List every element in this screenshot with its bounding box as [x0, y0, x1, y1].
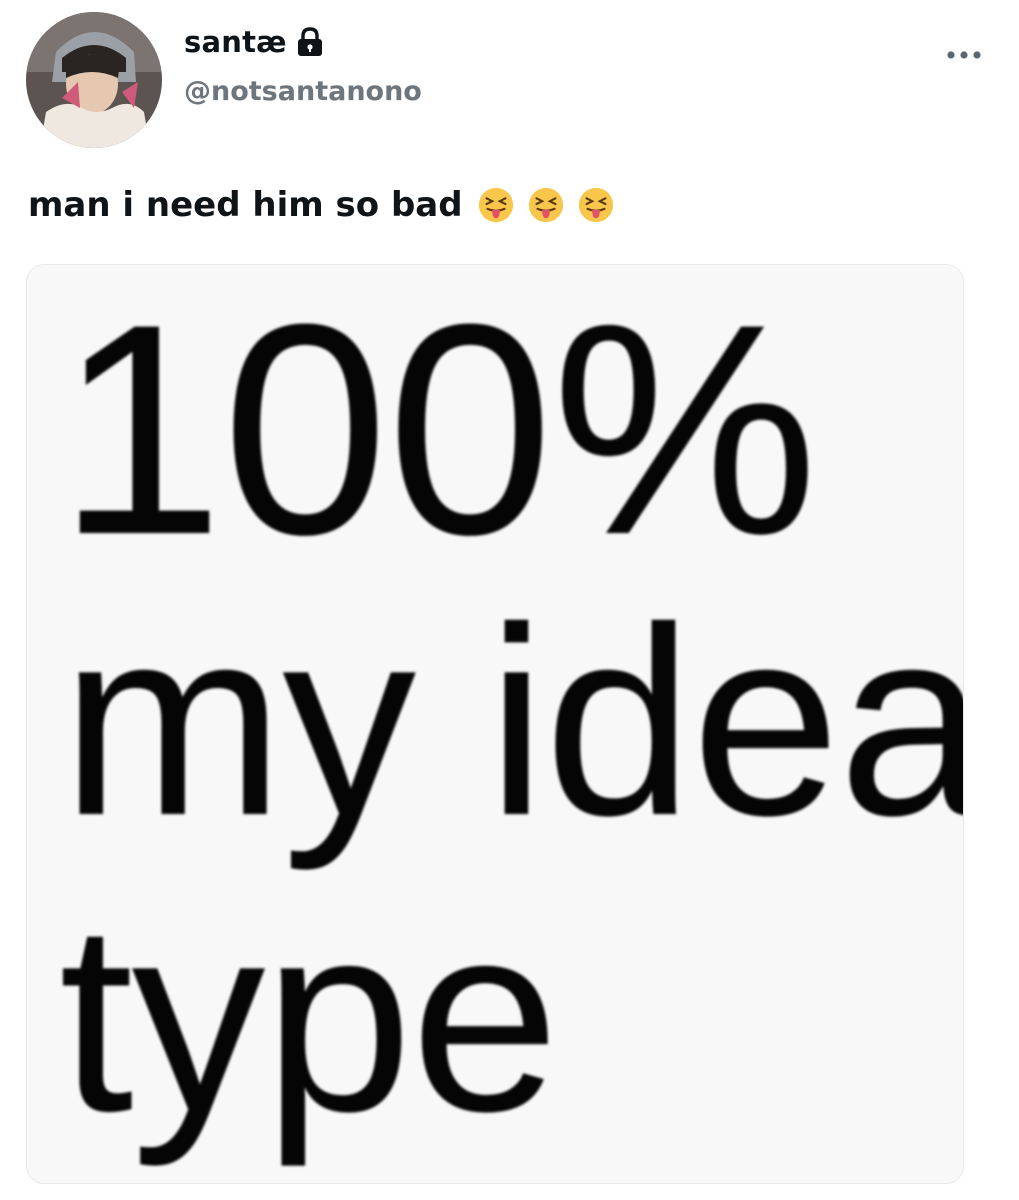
display-name-row: santæ: [184, 22, 325, 62]
tweet-text: man i need him so bad: [28, 185, 463, 225]
avatar[interactable]: [26, 12, 162, 148]
display-name[interactable]: santæ: [184, 25, 287, 59]
meme-text-line: type: [59, 867, 560, 1167]
more-horizontal-icon: [947, 51, 981, 59]
tweet-card: santæ @notsantanono man i need him so ba…: [0, 0, 1019, 1200]
user-avatar-icon: [26, 12, 162, 148]
more-options-button[interactable]: [942, 38, 986, 72]
lock-icon: [297, 27, 322, 56]
meme-text-line: my ideal: [61, 571, 964, 871]
author-handle[interactable]: @notsantanono: [184, 76, 422, 107]
meme-text-line: 100%: [57, 264, 818, 597]
tweet-media-image[interactable]: 100% my ideal type: [26, 264, 964, 1184]
squinting-tongue-emoji-icon: [528, 187, 563, 223]
squinting-tongue-emoji-icon: [578, 187, 613, 223]
tweet-body: man i need him so bad: [28, 180, 615, 230]
squinting-tongue-emoji-icon: [478, 187, 513, 223]
